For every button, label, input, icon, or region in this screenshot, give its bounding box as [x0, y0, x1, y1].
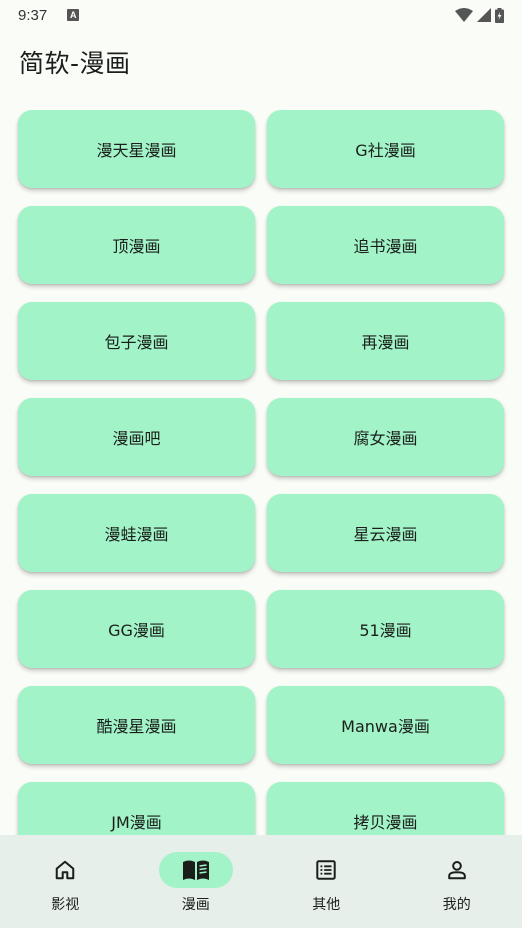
- person-icon: [447, 861, 466, 880]
- source-tile[interactable]: GG漫画: [18, 590, 255, 668]
- source-tile[interactable]: 酷漫星漫画: [18, 686, 255, 764]
- nav-label: 影视: [51, 897, 80, 913]
- nav-item-other[interactable]: 其他: [261, 835, 392, 928]
- wifi-icon: [455, 8, 473, 22]
- nav-icon-container: [158, 852, 233, 888]
- cell-signal-icon: [477, 8, 491, 22]
- source-tile[interactable]: JM漫画: [18, 782, 255, 835]
- book-icon: [182, 860, 209, 880]
- status-icons: [455, 7, 504, 23]
- source-list[interactable]: 漫天星漫画 G社漫画 顶漫画 追书漫画 包子漫画 再漫画 漫画吧 腐女漫画 漫蛙…: [0, 110, 522, 835]
- nav-icon-container: [28, 852, 102, 888]
- nav-item-video[interactable]: 影视: [0, 835, 131, 928]
- notification-icon: A: [67, 9, 80, 21]
- source-tile[interactable]: 漫画吧: [18, 398, 255, 476]
- source-tile[interactable]: 拷贝漫画: [267, 782, 504, 835]
- home-icon: [55, 860, 75, 880]
- source-tile[interactable]: 51漫画: [267, 590, 504, 668]
- nav-icon-container: [420, 852, 494, 888]
- source-tile[interactable]: 追书漫画: [267, 206, 504, 284]
- source-tile[interactable]: 顶漫画: [18, 206, 255, 284]
- screen: 9:37 A 简软-漫画 漫天星漫画 G社漫画 顶漫画 追书漫画 包子漫画 再漫…: [0, 0, 522, 928]
- nav-item-comics[interactable]: 漫画: [131, 835, 262, 928]
- nav-item-profile[interactable]: 我的: [392, 835, 522, 928]
- status-time: 9:37: [18, 6, 48, 24]
- source-grid: 漫天星漫画 G社漫画 顶漫画 追书漫画 包子漫画 再漫画 漫画吧 腐女漫画 漫蛙…: [18, 110, 504, 835]
- nav-icon-container: [289, 852, 363, 888]
- source-tile[interactable]: 包子漫画: [18, 302, 255, 380]
- battery-icon: [495, 7, 504, 23]
- source-tile[interactable]: 腐女漫画: [267, 398, 504, 476]
- source-tile[interactable]: G社漫画: [267, 110, 504, 188]
- nav-label: 其他: [312, 897, 341, 913]
- bottom-nav: 影视 漫画 其他 我的: [0, 835, 522, 928]
- status-bar: 9:37 A: [0, 0, 522, 30]
- source-tile[interactable]: Manwa漫画: [267, 686, 504, 764]
- nav-label: 我的: [442, 897, 471, 913]
- nav-label: 漫画: [181, 897, 210, 913]
- page-title: 简软-漫画: [19, 49, 131, 78]
- list-icon: [316, 860, 336, 880]
- source-tile[interactable]: 漫天星漫画: [18, 110, 255, 188]
- source-tile[interactable]: 星云漫画: [267, 494, 504, 572]
- source-tile[interactable]: 漫蛙漫画: [18, 494, 255, 572]
- source-tile[interactable]: 再漫画: [267, 302, 504, 380]
